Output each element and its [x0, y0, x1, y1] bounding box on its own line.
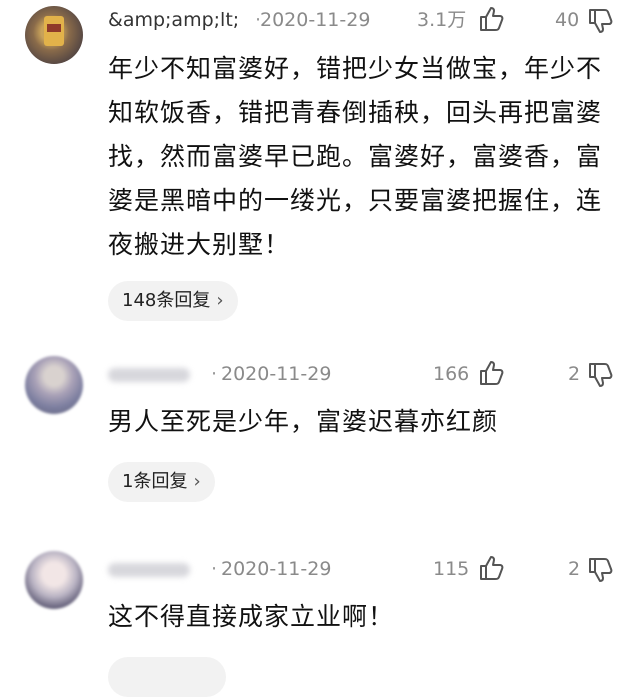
thumbs-up-icon[interactable]: [477, 554, 505, 582]
like-count: 3.1万: [417, 9, 467, 31]
dislike-count: 2: [568, 363, 581, 385]
comment-text: 年少不知富婆好，错把少女当做宝，年少不知软饭香，错把青春倒插秧，回头再把富婆找，…: [108, 54, 603, 259]
reply-count-label: 1条回复: [122, 471, 188, 492]
comment-date: 2020-11-29: [260, 9, 371, 31]
avatar[interactable]: [25, 356, 83, 414]
reply-count-button[interactable]: [108, 657, 226, 697]
comment-meta: &amp;amp;lt; · 2020-11-29 3.1万 40: [108, 4, 640, 36]
thumbs-down-icon[interactable]: [586, 556, 614, 584]
comment-meta: · 2020-11-29 166 2: [108, 358, 640, 390]
comment-item: &amp;amp;lt; · 2020-11-29 3.1万 40 年少不知富婆…: [0, 0, 640, 340]
like-count: 166: [433, 363, 470, 385]
chevron-right-icon: ›: [193, 471, 201, 492]
comment-text: 男人至死是少年，富婆迟暮亦红颜: [108, 407, 499, 436]
reply-count-button[interactable]: 148条回复 ›: [108, 281, 238, 321]
thumbs-down-icon[interactable]: [586, 361, 614, 389]
comment-item: · 2020-11-29 115 2 这不得直接成家立业啊！: [0, 545, 640, 697]
comment-date: 2020-11-29: [221, 363, 332, 385]
username[interactable]: &amp;amp;lt;: [108, 4, 239, 36]
comment-date: 2020-11-29: [221, 558, 332, 580]
avatar[interactable]: [25, 6, 83, 64]
avatar[interactable]: [25, 551, 83, 609]
dislike-count: 2: [568, 558, 581, 580]
username[interactable]: [108, 368, 190, 382]
like-count: 115: [433, 558, 470, 580]
username[interactable]: [108, 563, 190, 577]
comment-item: · 2020-11-29 166 2 男人至死是少年，富婆迟暮亦红颜 1条回复 ›: [0, 350, 640, 520]
comment-meta: · 2020-11-29 115 2: [108, 553, 640, 585]
dislike-count: 40: [555, 9, 580, 31]
thumbs-up-icon[interactable]: [477, 359, 505, 387]
dot-separator: ·: [211, 363, 218, 385]
dot-separator: ·: [211, 558, 218, 580]
reply-count-button[interactable]: 1条回复 ›: [108, 462, 215, 502]
thumbs-up-icon[interactable]: [477, 5, 505, 33]
reply-count-label: 148条回复: [122, 290, 211, 311]
thumbs-down-icon[interactable]: [586, 7, 614, 35]
avatar-image: [44, 16, 64, 46]
comment-text: 这不得直接成家立业啊！: [108, 602, 395, 631]
chevron-right-icon: ›: [216, 290, 224, 311]
